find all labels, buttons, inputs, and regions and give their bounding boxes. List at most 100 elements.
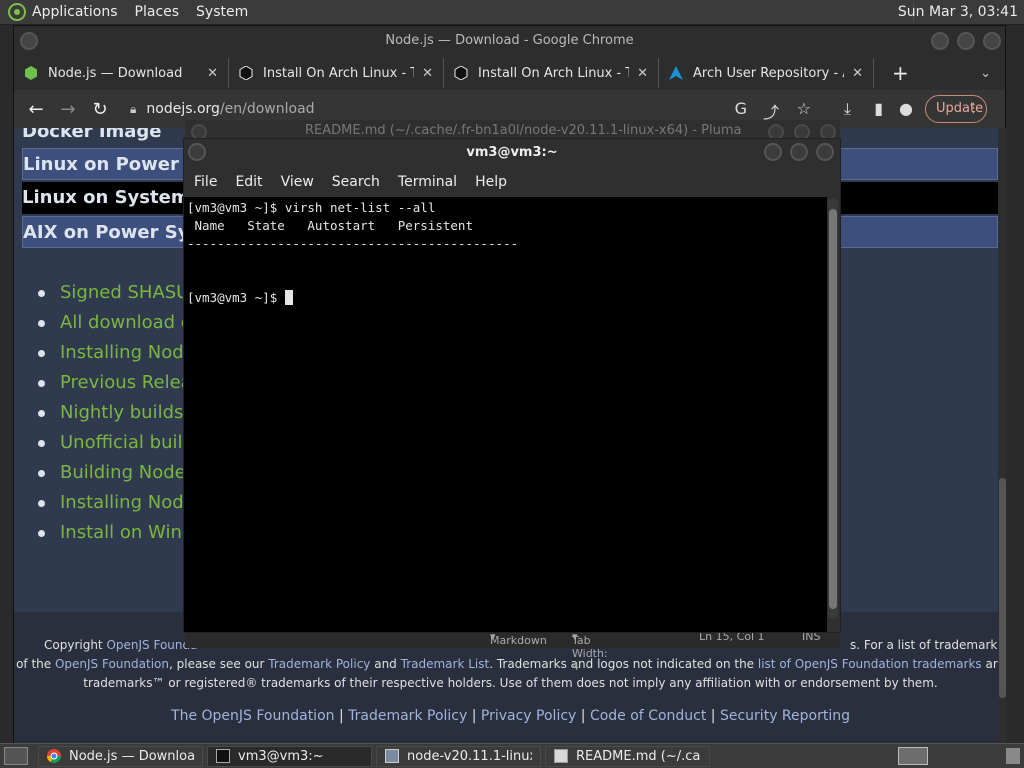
footer-link-trademark[interactable]: Trademark Policy	[348, 708, 467, 724]
menu-view[interactable]: View	[281, 174, 314, 190]
footer-text: of the	[16, 657, 55, 671]
task-chrome[interactable]: Node.js — Downloa...	[38, 745, 203, 767]
menu-search[interactable]: Search	[332, 174, 380, 190]
terminal-menubar: File Edit View Search Terminal Help	[184, 167, 840, 196]
task-label: Node.js — Downloa...	[69, 748, 194, 764]
terminal-window: vm3@vm3:~ File Edit View Search Terminal…	[183, 138, 841, 633]
scrollbar-thumb[interactable]	[829, 209, 837, 609]
maximize-button[interactable]	[957, 32, 975, 50]
footer-link-trademark-policy[interactable]: Trademark Policy	[268, 657, 370, 671]
text-cursor	[284, 290, 293, 305]
window-menu-button[interactable]	[188, 143, 206, 161]
tab-arch-install-2[interactable]: Install On Arch Linux - Th ✕	[444, 58, 659, 88]
workspace-switcher[interactable]	[898, 747, 928, 765]
profile-icon[interactable]: ●	[899, 99, 913, 118]
menu-file[interactable]: File	[194, 174, 217, 190]
footer-text: s. For a list of trademarks	[850, 638, 1004, 652]
footer-link-trademarks-list[interactable]: list of OpenJS Foundation trademarks	[758, 657, 982, 671]
mate-logo-icon[interactable]	[8, 3, 26, 21]
terminal-icon	[216, 749, 230, 763]
minimize-button[interactable]	[764, 143, 782, 161]
clock[interactable]: Sun Mar 3, 03:41	[898, 4, 1018, 20]
close-tab-icon[interactable]: ✕	[852, 66, 863, 81]
show-desktop-icon[interactable]	[4, 747, 28, 765]
link-all-downloads[interactable]: All download o	[38, 308, 195, 338]
lock-icon[interactable]: 🔒︎	[130, 102, 136, 117]
hexagon-icon	[454, 66, 468, 80]
reload-icon[interactable]: ↻	[84, 99, 116, 120]
tab-nodejs[interactable]: Node.js — Download ✕	[14, 58, 229, 88]
page-scrollbar[interactable]	[998, 128, 1007, 744]
new-tab-icon[interactable]: +	[892, 61, 909, 85]
footer-link-trademark-list[interactable]: Trademark List	[401, 657, 490, 671]
download-links-list: Signed SHASUI All download o Installing …	[38, 278, 195, 548]
row-label: Linux on Power LE	[23, 154, 209, 175]
window-menu-button[interactable]	[20, 32, 38, 50]
footer-link-conduct[interactable]: Code of Conduct	[590, 708, 706, 724]
terminal-screen[interactable]: [vm3@vm3 ~]$ virsh net-list --all Name S…	[184, 197, 827, 632]
close-button[interactable]	[816, 143, 834, 161]
footer-text: . Trademarks and logos not indicated on …	[489, 657, 758, 671]
terminal-titlebar[interactable]: vm3@vm3:~	[184, 139, 840, 167]
tab-title: Node.js — Download	[48, 65, 183, 81]
more-icon[interactable]: ⋮	[967, 96, 980, 122]
chrome-icon	[47, 749, 61, 763]
menu-applications[interactable]: Applications	[32, 4, 118, 20]
minimize-button[interactable]	[931, 32, 949, 50]
menu-system[interactable]: System	[196, 4, 248, 20]
tab-aur[interactable]: Arch User Repository - Ar ✕	[659, 58, 874, 88]
footer-link-openjs[interactable]: OpenJS Founda	[106, 638, 197, 652]
link-shasums[interactable]: Signed SHASUI	[38, 278, 195, 308]
bottom-taskbar: Node.js — Downloa... vm3@vm3:~ node-v20.…	[0, 743, 1024, 768]
task-archive[interactable]: node-v20.11.1-linux...	[376, 745, 541, 767]
menu-edit[interactable]: Edit	[235, 174, 262, 190]
back-arrow-icon[interactable]: ←	[20, 99, 52, 120]
google-icon[interactable]: G	[735, 99, 747, 118]
maximize-button[interactable]	[790, 143, 808, 161]
download-icon[interactable]: ⤓	[844, 99, 851, 119]
bookmark-star-icon[interactable]: ☆	[797, 99, 811, 118]
link-installing-node-pm[interactable]: Installing Node	[38, 338, 195, 368]
browser-title: Node.js — Download - Google Chrome	[385, 33, 634, 48]
update-button[interactable]: Update ⋮	[925, 95, 987, 123]
footer-line-2: of the OpenJS Foundation, please see our…	[14, 655, 1007, 674]
link-unofficial-builds[interactable]: Unofficial build	[38, 428, 195, 458]
tab-arch-install-1[interactable]: Install On Arch Linux - Th ✕	[229, 58, 444, 88]
side-panel-icon[interactable]: ▮	[874, 99, 883, 118]
close-tab-icon[interactable]: ✕	[207, 66, 218, 81]
download-row-docker[interactable]: Docker Image	[22, 128, 202, 148]
footer-link-privacy[interactable]: Privacy Policy	[481, 708, 576, 724]
tab-search-chevron-icon[interactable]: ⌄	[980, 66, 991, 81]
link-nightly-builds[interactable]: Nightly builds	[38, 398, 195, 428]
footer-link-openjs-foundation[interactable]: OpenJS Foundation	[55, 657, 169, 671]
trash-icon[interactable]	[1006, 748, 1020, 764]
terminal-title: vm3@vm3:~	[466, 145, 558, 160]
footer-links: The OpenJS Foundation | Trademark Policy…	[171, 708, 850, 724]
close-tab-icon[interactable]: ✕	[422, 66, 433, 81]
close-button[interactable]	[983, 32, 1001, 50]
menu-terminal[interactable]: Terminal	[398, 174, 457, 190]
task-pluma[interactable]: README.md (~/.cac...	[545, 745, 710, 767]
menu-places[interactable]: Places	[135, 4, 180, 20]
terminal-scrollbar[interactable]	[828, 199, 838, 619]
url-field[interactable]: nodejs.org/en/download	[146, 101, 314, 117]
link-building-node[interactable]: Building Node.	[38, 458, 195, 488]
task-terminal[interactable]: vm3@vm3:~	[207, 745, 372, 767]
browser-titlebar[interactable]: Node.js — Download - Google Chrome	[14, 26, 1005, 56]
link-install-windows[interactable]: Install on Wind	[38, 518, 195, 548]
footer-link-foundation[interactable]: The OpenJS Foundation	[171, 708, 335, 724]
link-previous-releases[interactable]: Previous Relea	[38, 368, 195, 398]
tab-strip: Node.js — Download ✕ Install On Arch Lin…	[14, 56, 1005, 90]
close-tab-icon[interactable]: ✕	[637, 66, 648, 81]
link-installing-node-source[interactable]: Installing Node	[38, 488, 195, 518]
menu-help[interactable]: Help	[475, 174, 507, 190]
language-label: Markdown	[490, 634, 547, 647]
footer-link-security[interactable]: Security Reporting	[720, 708, 850, 724]
task-label: README.md (~/.cac...	[576, 748, 701, 764]
scrollbar-thumb[interactable]	[999, 478, 1006, 698]
forward-arrow-icon[interactable]: →	[52, 99, 84, 120]
nodejs-icon	[25, 66, 37, 80]
row-label: Linux on System z	[22, 187, 207, 208]
